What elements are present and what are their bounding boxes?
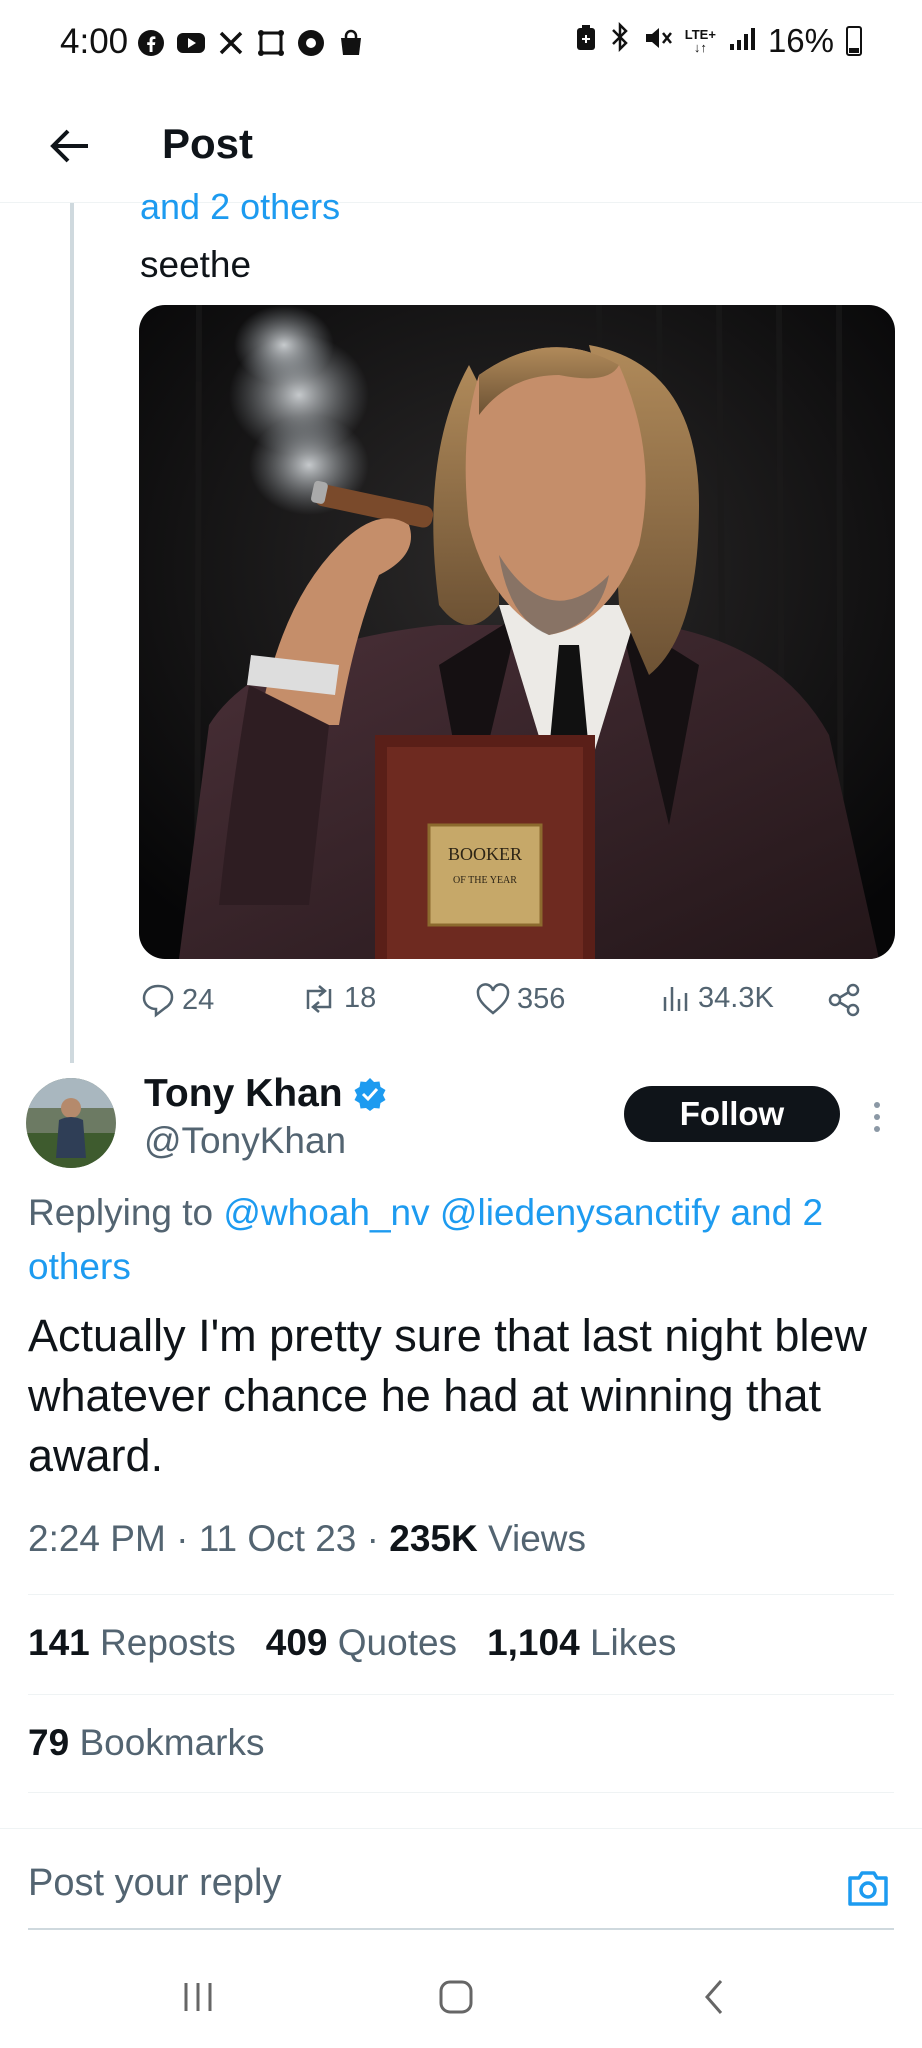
more-dot bbox=[874, 1102, 880, 1108]
more-dot bbox=[874, 1114, 880, 1120]
reply-count: 24 bbox=[182, 983, 215, 1016]
facebook-icon bbox=[136, 28, 166, 58]
views-action[interactable]: 34.3K bbox=[660, 982, 774, 1015]
avatar[interactable] bbox=[26, 1078, 116, 1168]
shopping-bag-icon bbox=[336, 28, 366, 58]
recent-apps-button[interactable] bbox=[168, 1972, 228, 2022]
battery-saver-icon bbox=[575, 22, 597, 60]
reposts-count: 141 bbox=[28, 1622, 90, 1663]
reply-action[interactable]: 24 bbox=[140, 982, 214, 1018]
previous-post-actions: 24 18 356 34.3K bbox=[140, 982, 880, 1030]
mention-link[interactable]: @liedenysanctify bbox=[440, 1192, 720, 1233]
youtube-icon bbox=[176, 28, 206, 58]
chevron-left-icon bbox=[705, 1980, 723, 2014]
author-display-name: Tony Khan bbox=[144, 1072, 343, 1115]
repost-icon bbox=[306, 984, 332, 1013]
share-action[interactable] bbox=[826, 982, 862, 1018]
network-type: LTE+ bbox=[684, 27, 716, 42]
likes-count: 1,104 bbox=[487, 1622, 580, 1663]
home-icon bbox=[439, 1980, 473, 2014]
previous-post-text: seethe bbox=[140, 244, 252, 285]
views-count: 34.3K bbox=[698, 982, 774, 1014]
bluetooth-icon bbox=[609, 21, 631, 60]
battery-text: 16% bbox=[767, 22, 834, 59]
award-plaque-subtitle: OF THE YEAR bbox=[453, 875, 517, 886]
likes-label: Likes bbox=[589, 1622, 677, 1663]
bookmarks-label: Bookmarks bbox=[79, 1722, 265, 1763]
post-views-count: 235K bbox=[389, 1518, 478, 1559]
heart-icon bbox=[476, 983, 510, 1015]
system-navigation-bar bbox=[0, 1948, 922, 2048]
signal-icon bbox=[728, 22, 756, 60]
post-stats: 141 Reposts 409 Quotes 1,104 Likes bbox=[28, 1622, 676, 1664]
status-time: 4:00 bbox=[60, 22, 129, 61]
divider bbox=[28, 1792, 894, 1793]
chrome-icon bbox=[296, 28, 326, 58]
previous-post-replying-to[interactable]: and 2 others bbox=[140, 186, 340, 226]
replying-to: Replying to @whoah_nv @liedenysanctify a… bbox=[28, 1186, 888, 1294]
repost-count: 18 bbox=[344, 982, 377, 1014]
more-dot bbox=[874, 1126, 880, 1132]
recent-apps-icon bbox=[184, 1983, 212, 2011]
page-title: Post bbox=[162, 120, 254, 167]
post-views-label: Views bbox=[488, 1518, 587, 1559]
post-text: Actually I'm pretty sure that last night… bbox=[28, 1310, 867, 1481]
award-plaque-title: BOOKER bbox=[448, 844, 522, 864]
verified-badge-icon bbox=[354, 1078, 386, 1111]
like-action[interactable]: 356 bbox=[475, 982, 565, 1016]
more-options-button[interactable] bbox=[862, 1092, 892, 1142]
like-count: 356 bbox=[517, 982, 566, 1015]
reply-icon bbox=[142, 984, 174, 1018]
quotes-count: 409 bbox=[265, 1622, 328, 1663]
replying-to-label: Replying to bbox=[28, 1192, 224, 1233]
follow-button[interactable]: Follow bbox=[624, 1086, 840, 1142]
mention-link[interactable]: @whoah_nv bbox=[223, 1192, 429, 1233]
system-back-button[interactable] bbox=[684, 1972, 744, 2022]
composer-divider bbox=[0, 1828, 922, 1829]
separator: · bbox=[366, 1518, 379, 1559]
likes-stat[interactable]: 1,104 Likes bbox=[487, 1622, 676, 1664]
author-name[interactable]: Tony Khan bbox=[144, 1072, 387, 1116]
post-date: 11 Oct 23 bbox=[198, 1518, 357, 1559]
bookmarks-stat[interactable]: 79 Bookmarks bbox=[28, 1722, 265, 1764]
back-button[interactable] bbox=[40, 116, 100, 176]
camera-icon bbox=[848, 1871, 888, 1906]
reposts-label: Reposts bbox=[100, 1622, 236, 1663]
post-time: 2:24 PM bbox=[28, 1518, 166, 1559]
mute-icon bbox=[643, 22, 673, 60]
quotes-stat[interactable]: 409 Quotes bbox=[266, 1622, 457, 1664]
divider bbox=[28, 1594, 894, 1595]
camera-button[interactable] bbox=[844, 1864, 892, 1912]
analytics-icon bbox=[663, 986, 688, 1011]
repost-action[interactable]: 18 bbox=[300, 982, 376, 1015]
reposts-stat[interactable]: 141 Reposts bbox=[28, 1622, 236, 1664]
previous-post-image[interactable]: BOOKER OF THE YEAR bbox=[139, 305, 895, 959]
quotes-label: Quotes bbox=[337, 1622, 458, 1663]
notification-icons bbox=[136, 28, 366, 58]
post-meta: 2:24 PM · 11 Oct 23 · 235K Views bbox=[28, 1518, 586, 1560]
system-status: LTE+ ↓↑ 16% bbox=[575, 21, 862, 60]
arrow-left-icon bbox=[50, 129, 88, 163]
battery-icon bbox=[846, 26, 862, 56]
share-icon bbox=[828, 983, 860, 1017]
home-button[interactable] bbox=[426, 1972, 486, 2022]
thread-connector-line bbox=[70, 203, 74, 1063]
top-app-bar: Post bbox=[0, 90, 922, 203]
x-icon bbox=[216, 28, 246, 58]
link-icon bbox=[256, 28, 286, 58]
lte-icon: LTE+ ↓↑ bbox=[684, 27, 716, 55]
author-handle[interactable]: @TonyKhan bbox=[144, 1120, 346, 1162]
composer-underline bbox=[28, 1928, 894, 1930]
reply-input[interactable]: Post your reply bbox=[28, 1862, 281, 1905]
status-bar: 4:00 LTE+ ↓↑ 16% bbox=[0, 0, 922, 90]
divider bbox=[28, 1694, 894, 1695]
bookmarks-count: 79 bbox=[28, 1722, 70, 1763]
separator: · bbox=[176, 1518, 189, 1559]
